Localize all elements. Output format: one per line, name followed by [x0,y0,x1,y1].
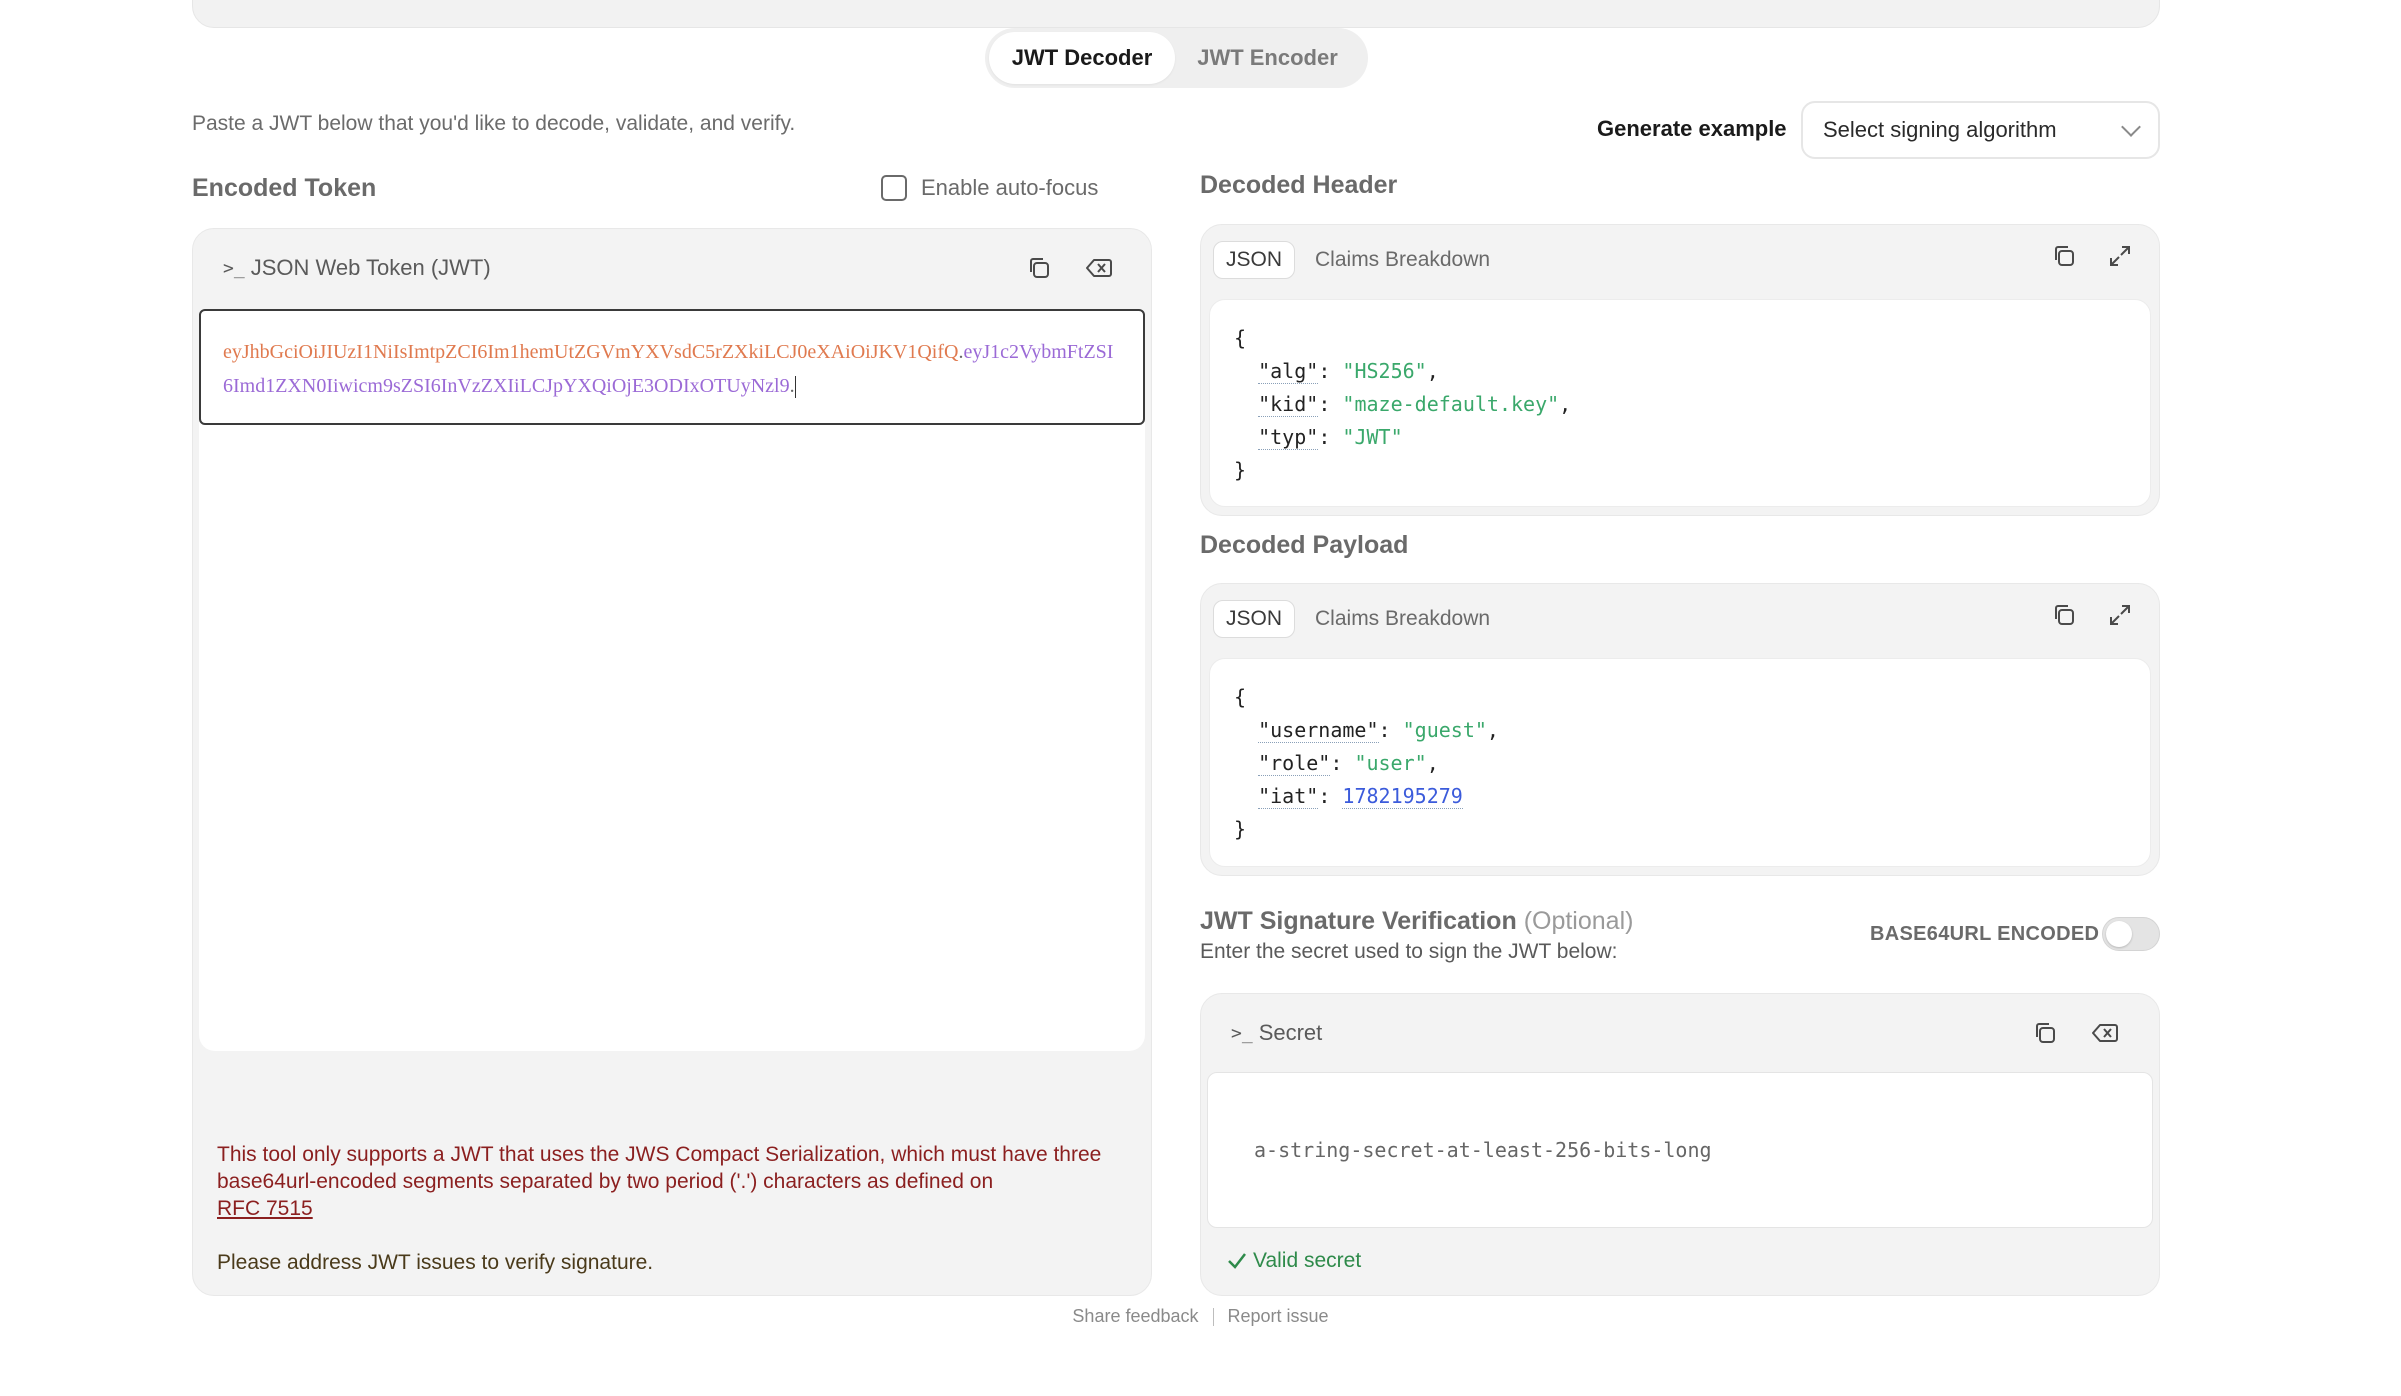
token-header-segment: eyJhbGciOiJIUzI1NiIsImtpZCI6Im1hemUtZGVm… [223,341,959,363]
json-line: "username": "guest", [1234,714,2126,747]
secret-panel: >_ Secret a-string-secret-at-least-256-b… [1200,993,2160,1296]
signing-algorithm-select[interactable]: Select signing algorithm [1801,101,2160,159]
terminal-icon: >_ [223,257,245,279]
tab-claims-breakdown[interactable]: Claims Breakdown [1303,241,1502,279]
json-key: "username" [1258,718,1379,743]
footer: Share feedback Report issue [0,1306,2401,1327]
footer-divider [1212,1308,1214,1327]
decoded-header-panel: JSON Claims Breakdown { "alg": "HS256", … [1200,224,2160,516]
decoded-header-title: Decoded Header [1200,171,1398,199]
jwt-panel-label-text: JSON Web Token (JWT) [250,255,491,280]
json-value: "maze-default.key" [1342,392,1560,416]
json-value: "user" [1354,751,1427,775]
json-value: "HS256" [1342,359,1427,383]
text-caret [794,376,796,399]
tab-json[interactable]: JSON [1213,600,1296,638]
json-comma: , [1486,718,1499,742]
json-key: "alg" [1258,359,1319,384]
signature-verification-title: JWT Signature Verification (Optional) [1200,907,1633,936]
clear-icon[interactable] [1083,252,1115,284]
generate-example-button[interactable]: Generate example [1597,116,1787,142]
base64url-toggle[interactable] [2102,917,2160,951]
token-input-area[interactable] [199,419,1145,1051]
json-key: "iat" [1258,784,1319,809]
expand-icon[interactable] [2104,599,2136,631]
json-colon: : [1318,784,1343,808]
json-value: "guest" [1402,718,1487,742]
tab-json[interactable]: JSON [1213,241,1296,279]
decoded-payload-title: Decoded Payload [1200,531,1409,559]
expand-icon[interactable] [2104,240,2136,272]
json-line: "alg": "HS256", [1234,355,2126,388]
json-line: "role": "user", [1234,747,2126,780]
copy-icon[interactable] [2048,240,2080,272]
report-issue-link[interactable]: Report issue [1228,1306,1329,1326]
signature-subtitle: Enter the secret used to sign the JWT be… [1200,940,1618,963]
mode-tabs: JWT Decoder JWT Encoder [985,28,1368,88]
signature-title-text: JWT Signature Verification [1200,907,1517,935]
valid-secret-text: Valid secret [1253,1249,1362,1272]
autofocus-checkbox[interactable] [881,175,907,201]
json-value: 1782195279 [1342,784,1463,809]
json-line: "kid": "maze-default.key", [1234,388,2126,421]
copy-icon[interactable] [1023,252,1055,284]
json-colon: : [1330,751,1355,775]
json-brace: } [1234,817,1247,841]
json-colon: : [1318,425,1343,449]
json-key: "role" [1258,751,1331,776]
json-value: "JWT" [1342,425,1403,449]
clear-icon[interactable] [2089,1017,2121,1049]
autofocus-label: Enable auto-focus [921,175,1099,200]
payload-json-view: { "username": "guest", "role": "user", "… [1209,658,2151,867]
json-brace: { [1234,326,1247,350]
toggle-knob [2106,921,2132,947]
secret-panel-label: >_ Secret [1231,1020,1322,1046]
base64url-encoded-label: BASE64URL ENCODED [1870,923,2100,945]
signing-algorithm-value: Select signing algorithm [1823,117,2057,142]
secret-panel-label-text: Secret [1258,1020,1323,1045]
tab-jwt-encoder[interactable]: JWT Encoder [1175,32,1360,84]
tab-claims-breakdown[interactable]: Claims Breakdown [1303,600,1502,638]
jwt-error-message: This tool only supports a JWT that uses … [217,1141,1127,1222]
terminal-icon: >_ [1231,1022,1253,1044]
jwt-panel-label: >_ JSON Web Token (JWT) [223,255,491,281]
header-view-tabs: JSON Claims Breakdown [1213,233,1502,287]
autofocus-option[interactable]: Enable auto-focus [881,175,1098,201]
json-colon: : [1318,359,1343,383]
token-input[interactable]: eyJhbGciOiJIUzI1NiIsImtpZCI6Im1hemUtZGVm… [199,309,1145,425]
top-card [192,0,2160,28]
intro-text: Paste a JWT below that you'd like to dec… [192,112,796,135]
json-key: "kid" [1258,392,1319,417]
valid-secret-status: Valid secret [1227,1249,1361,1273]
json-colon: : [1318,392,1343,416]
copy-icon[interactable] [2029,1017,2061,1049]
signature-issue-message: Please address JWT issues to verify sign… [217,1251,654,1274]
json-brace: { [1234,685,1247,709]
json-line: "typ": "JWT" [1234,421,2126,454]
json-colon: : [1378,718,1403,742]
optional-label: (Optional) [1523,907,1634,935]
secret-panel-header: >_ Secret [1201,994,2159,1072]
chevron-down-icon [2121,117,2141,137]
copy-icon[interactable] [2048,599,2080,631]
tab-jwt-decoder[interactable]: JWT Decoder [989,32,1175,84]
json-comma: , [1426,359,1439,383]
encoded-token-panel: >_ JSON Web Token (JWT) eyJhbGciOiJIUzI1… [192,228,1152,1296]
decoded-payload-panel: JSON Claims Breakdown { "username": "gue… [1200,583,2160,876]
rfc-7515-link[interactable]: RFC 7515 [217,1197,313,1220]
share-feedback-link[interactable]: Share feedback [1072,1306,1198,1326]
json-key: "typ" [1258,425,1319,450]
json-comma: , [1559,392,1572,416]
json-line: "iat": 1782195279 [1234,780,2126,813]
checkmark-icon [1228,1253,1246,1269]
secret-input[interactable]: a-string-secret-at-least-256-bits-long [1207,1072,2153,1228]
payload-view-tabs: JSON Claims Breakdown [1213,592,1502,646]
encoded-panel-header: >_ JSON Web Token (JWT) [193,229,1151,307]
json-comma: , [1426,751,1439,775]
encoded-token-title: Encoded Token [192,174,377,202]
json-brace: } [1234,458,1247,482]
header-json-view: { "alg": "HS256", "kid": "maze-default.k… [1209,299,2151,507]
error-text: This tool only supports a JWT that uses … [217,1143,1102,1193]
